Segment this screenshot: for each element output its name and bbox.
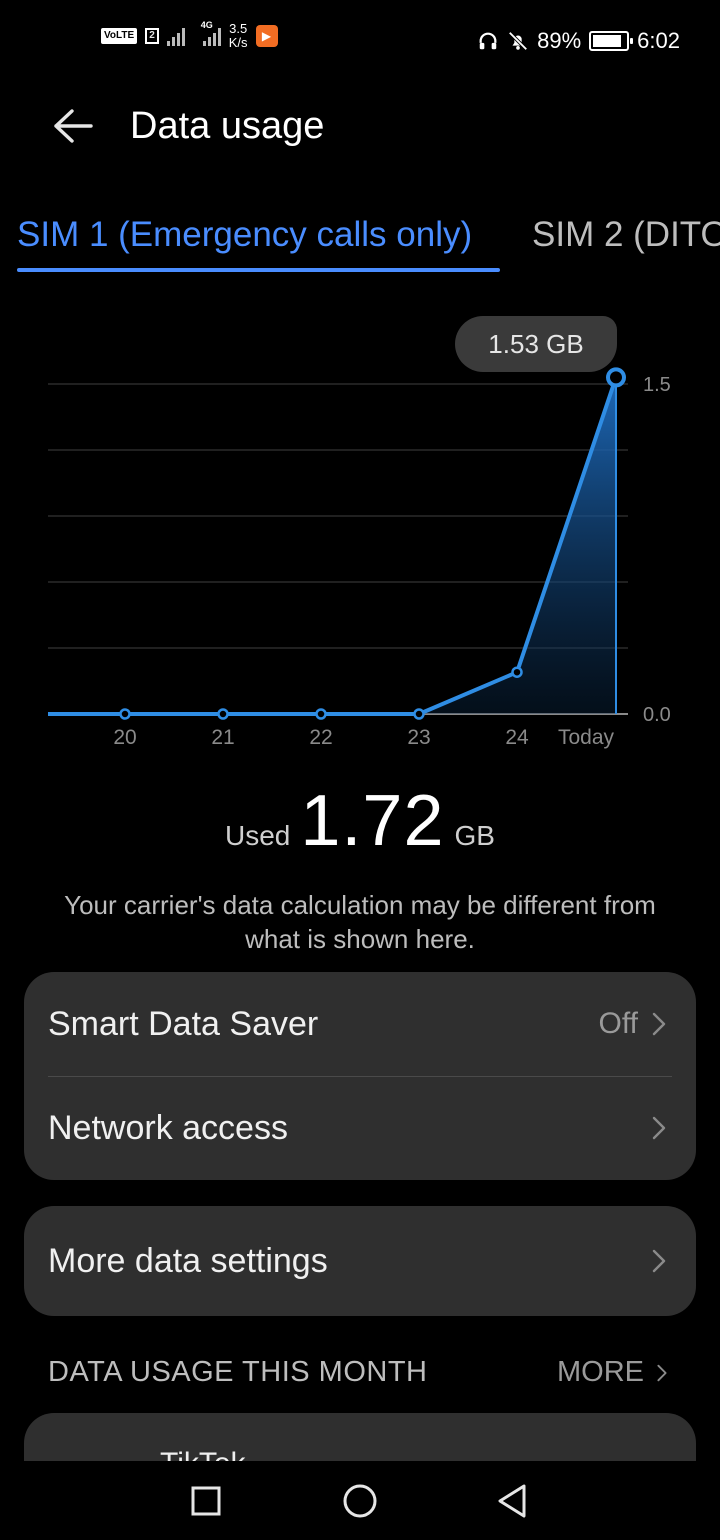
x-tick-label: 24 [505,726,529,749]
usage-area [48,377,616,714]
signal-sim1-icon [166,26,185,46]
smart-data-saver-label: Smart Data Saver [48,1004,319,1043]
chevron-right-icon [652,1116,666,1140]
speed-unit: K/s [228,35,248,50]
more-data-settings-label: More data settings [48,1241,328,1280]
data-usage-chart: 20 21 22 23 24 Today 1.5 0.0 1.53 GB [0,300,720,770]
recents-button[interactable] [184,1479,228,1523]
carrier-note: Your carrier's data calculation may be d… [64,890,656,954]
headphones-icon [479,32,497,50]
nav-back-button[interactable] [490,1479,534,1523]
bell-off-icon [508,31,528,51]
network-access-label: Network access [48,1108,288,1147]
back-button[interactable] [44,100,100,152]
tab-sim1[interactable]: SIM 1 (Emergency calls only) [17,215,472,255]
x-tick-label: 21 [211,726,234,749]
smart-data-saver-row[interactable]: Smart Data Saver Off [24,972,696,1076]
usage-summary: Used 1.72 GB [0,780,720,862]
triangle-icon [498,1484,526,1518]
y-tick-label: 0.0 [643,704,671,726]
data-settings-card: Smart Data Saver Off Network access [24,972,696,1180]
volte-badge: VoLTE [101,28,138,44]
status-left: VoLTE 2 4G 3.5 K/s ▶ [101,20,278,50]
battery-icon [589,31,634,51]
data-point [511,666,523,678]
status-bar: VoLTE 2 4G 3.5 K/s ▶ 89% 6:02 [0,0,720,84]
x-tick-label: 22 [309,726,332,749]
chevron-right-icon [652,1012,666,1036]
x-tick-label: 23 [407,726,430,749]
navigation-bar [0,1461,720,1540]
network-speed: 3.5 K/s [229,22,248,50]
app-usage-card: TikTok [24,1413,696,1461]
chevron-right-icon [657,1364,667,1381]
data-point [217,708,229,720]
x-tick-label: 20 [113,726,136,749]
notification-app-icon: ▶ [255,25,278,47]
data-point [315,708,327,720]
network-type-label: 4G [200,20,213,30]
clock: 6:02 [637,28,680,53]
chevron-right-icon [652,1249,666,1273]
sim-number-badge: 2 [145,28,159,44]
more-link[interactable]: MORE [557,1356,670,1389]
used-unit: GB [454,820,495,851]
battery-percent: 89% [537,28,582,53]
more-settings-card: More data settings [24,1206,696,1316]
section-title: DATA USAGE THIS MONTH [48,1356,428,1388]
used-value: 1.72 [300,781,445,861]
circle-icon [343,1484,377,1518]
status-right: 89% 6:02 [477,28,680,54]
arrow-left-icon [54,109,93,143]
chart-tooltip: 1.53 GB [455,316,617,372]
current-point [606,367,626,388]
square-icon [191,1486,221,1516]
data-point [413,708,425,720]
tab-sim2[interactable]: SIM 2 (DITO) [532,215,720,255]
more-data-settings-row[interactable]: More data settings [24,1206,696,1316]
network-access-row[interactable]: Network access [24,1076,696,1180]
x-tick-label: Today [558,726,615,749]
sim-tabs: SIM 1 (Emergency calls only) SIM 2 (DITO… [0,210,720,280]
y-tick-label: 1.5 [643,374,671,396]
active-tab-indicator [17,268,500,272]
smart-data-saver-value: Off [598,1007,638,1040]
signal-sim2-icon: 4G [201,20,221,46]
used-label: Used [225,820,291,851]
usage-chart-svg: 20 21 22 23 24 Today 1.5 0.0 [48,367,671,749]
home-button[interactable] [338,1479,382,1523]
more-label: MORE [557,1356,644,1388]
speed-value: 3.5 [229,21,248,36]
data-point [119,708,131,720]
app-usage-item-label[interactable]: TikTok [160,1447,246,1461]
page-title: Data usage [130,105,325,147]
